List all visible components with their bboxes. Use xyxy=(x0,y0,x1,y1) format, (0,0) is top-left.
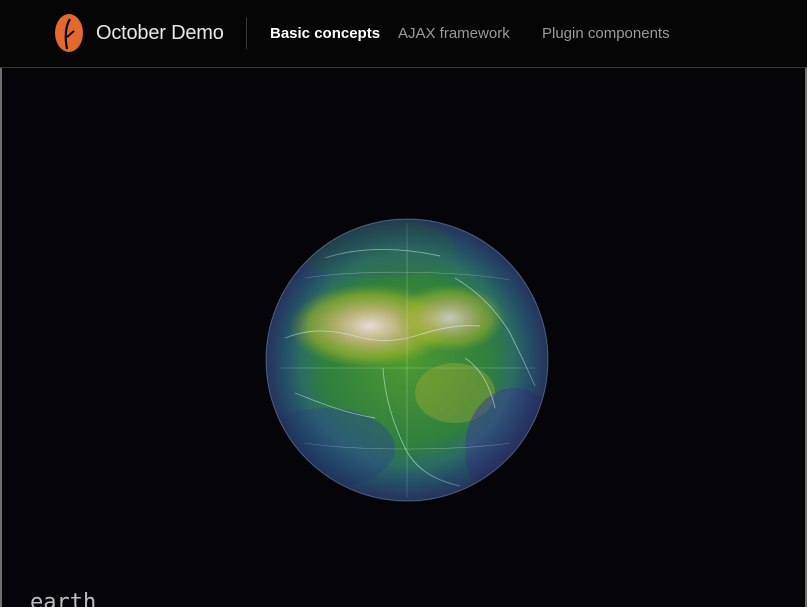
nav-item-basic-concepts[interactable]: Basic concepts xyxy=(270,24,380,44)
october-leaf-logo-icon xyxy=(55,14,83,52)
earth-globe[interactable] xyxy=(265,218,549,502)
navbar-divider xyxy=(246,18,247,49)
earth-widget-label[interactable]: earth xyxy=(30,590,96,607)
nav-item-plugin-components[interactable]: Plugin components xyxy=(542,24,670,44)
nav-item-ajax-framework[interactable]: AJAX framework xyxy=(398,24,510,44)
embedded-earth-frame[interactable]: earth xyxy=(0,68,807,607)
brand-name: October Demo xyxy=(96,22,224,44)
top-navbar: October Demo Basic concepts AJAX framewo… xyxy=(0,0,807,68)
